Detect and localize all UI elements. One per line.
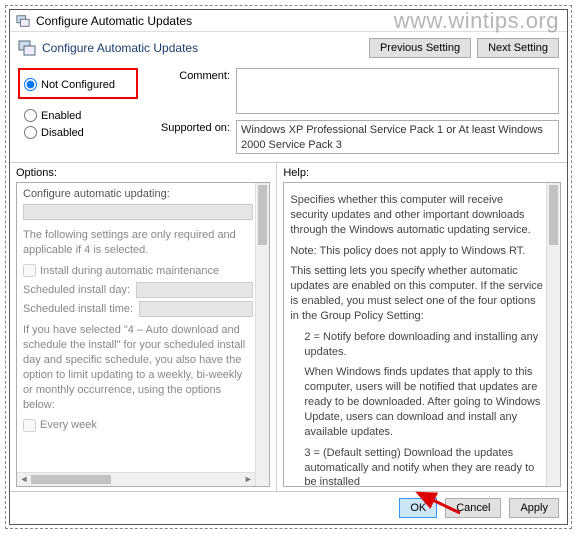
header-title: Configure Automatic Updates xyxy=(42,41,198,55)
check-install-maintenance[interactable]: Install during automatic maintenance xyxy=(23,264,253,279)
header: Configure Automatic Updates Previous Set… xyxy=(10,32,567,64)
policy-icon xyxy=(18,39,36,57)
sched-time-label: Scheduled install time: xyxy=(23,302,133,317)
not-configured-highlight: Not Configured xyxy=(18,68,138,99)
help-scrollbar[interactable] xyxy=(546,183,560,486)
scroll-left-icon[interactable]: ◄ xyxy=(17,473,31,486)
sched-time-combo[interactable] xyxy=(139,301,253,317)
policy-icon xyxy=(16,14,30,28)
radio-disabled-input[interactable] xyxy=(24,126,37,139)
cancel-button[interactable]: Cancel xyxy=(445,498,501,518)
radio-disabled[interactable]: Disabled xyxy=(24,126,132,139)
scroll-right-icon[interactable]: ► xyxy=(241,473,255,486)
options-pane: Configure automatic updating: The follow… xyxy=(16,182,270,487)
state-panel: Not Configured Enabled Disabled Comment: xyxy=(10,64,567,162)
supported-on-text: Windows XP Professional Service Pack 1 o… xyxy=(236,120,559,154)
radio-not-configured[interactable]: Not Configured xyxy=(24,78,132,91)
next-setting-button[interactable]: Next Setting xyxy=(477,38,559,58)
window-title: Configure Automatic Updates xyxy=(36,14,192,28)
comment-label: Comment: xyxy=(148,68,230,82)
options-hscroll[interactable]: ◄ ► xyxy=(17,472,255,486)
help-pane: Specifies whether this computer will rec… xyxy=(283,182,561,487)
radio-not-configured-input[interactable] xyxy=(24,78,37,91)
previous-setting-button[interactable]: Previous Setting xyxy=(369,38,471,58)
help-label: Help: xyxy=(283,167,561,179)
ok-button[interactable]: OK xyxy=(399,498,437,518)
apply-button[interactable]: Apply xyxy=(509,498,559,518)
radio-enabled-input[interactable] xyxy=(24,109,37,122)
dialog-window: Configure Automatic Updates Configure Au… xyxy=(9,9,568,525)
supported-label: Supported on: xyxy=(148,120,230,134)
options-para: If you have selected "4 – Auto download … xyxy=(23,323,253,412)
titlebar: Configure Automatic Updates xyxy=(10,10,567,32)
options-note: The following settings are only required… xyxy=(23,228,253,258)
options-scrollbar[interactable] xyxy=(255,183,269,486)
options-title: Configure automatic updating: xyxy=(23,187,253,202)
sched-day-combo[interactable] xyxy=(136,282,253,298)
options-label: Options: xyxy=(16,167,270,179)
check-every-week[interactable]: Every week xyxy=(23,418,253,433)
footer: OK Cancel Apply xyxy=(10,491,567,524)
sched-day-label: Scheduled install day: xyxy=(23,283,130,298)
comment-field[interactable] xyxy=(236,68,559,114)
radio-enabled[interactable]: Enabled xyxy=(24,109,132,122)
configure-updating-combo[interactable] xyxy=(23,204,253,220)
